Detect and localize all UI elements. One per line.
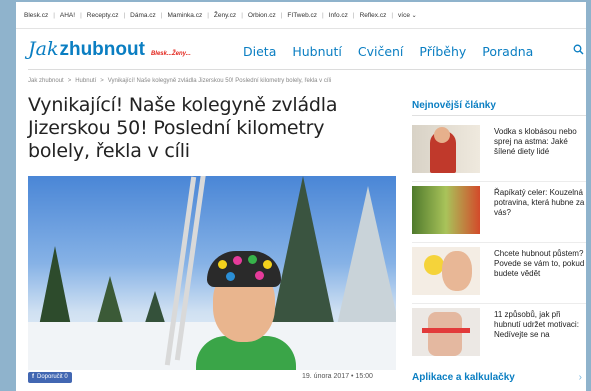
portal-link-reflex[interactable]: Reflex.cz [360,12,387,19]
logo-tagline: Blesk...Ženy... [150,51,191,57]
separator: | [241,11,243,19]
portal-link-recepty[interactable]: Recepty.cz [87,12,119,19]
hat-dot [218,260,227,269]
portal-bar: Blesk.cz | AHA! | Recepty.cz | Dáma.cz | Mam… [16,2,586,29]
main-nav: Dieta Hubnutí Cvičení Příběhy Poradna [243,44,584,59]
article-thumbnail[interactable] [412,125,480,173]
sidebar-article[interactable]: Řapíkatý celer: Kouzelná potravina, kter… [412,186,586,241]
nav-poradna[interactable]: Poradna [482,44,533,59]
separator: | [53,11,55,19]
breadcrumb-separator: > [67,78,72,84]
nav-hubnuti[interactable]: Hubnutí [292,44,341,59]
separator: | [207,11,209,19]
hat-dot [263,260,272,269]
portal-link-info[interactable]: Info.cz [329,12,348,19]
portal-link-dama[interactable]: Dáma.cz [130,12,156,19]
portal-link-aha[interactable]: AHA! [60,12,75,19]
portal-link-zeny[interactable]: Ženy.cz [214,12,236,19]
facebook-icon: f [32,374,34,380]
hat-dot [226,272,235,281]
portal-link-more[interactable]: více [398,12,417,19]
sidebar-article-title[interactable]: 11 způsobů, jak při hubnutí udržet motiv… [494,310,586,340]
logo-zhubnout: zhubnout [59,39,145,60]
sidebar-article-title[interactable]: Chcete hubnout půstem? Povede se vám to,… [494,249,586,279]
portal-link-fitweb[interactable]: FITweb.cz [287,12,317,19]
hat [207,251,281,287]
sidebar-separator [412,181,586,182]
separator: | [322,11,324,19]
chevron-right-icon: › [578,372,582,383]
article-thumbnail[interactable] [412,186,480,234]
nav-pribehy[interactable]: Příběhy [419,44,466,59]
hat-dot [233,256,242,265]
site-header: Jak zhubnout Blesk...Ženy... Dieta Hubnu… [16,32,586,68]
article-thumbnail[interactable] [412,247,480,295]
site-logo[interactable]: Jak zhubnout Blesk...Ženy... [28,38,191,61]
nav-dieta[interactable]: Dieta [243,44,276,59]
thumbnail-lemon [424,255,444,275]
nav-cviceni[interactable]: Cvičení [358,44,404,59]
separator: | [352,11,355,19]
breadcrumb: Jak zhubnout > Hubnutí > Vynikající! Naše ko… [28,78,331,84]
search-icon[interactable] [573,44,584,58]
separator: | [391,11,394,19]
hat-dot [248,255,257,264]
sidebar-article[interactable]: Chcete hubnout půstem? Povede se vám to,… [412,247,586,302]
thumbnail-head [434,127,450,143]
sidebar-article[interactable]: Vodka s klobásou nebo sprej na astma: Ja… [412,125,586,180]
portal-link-maminka[interactable]: Maminka.cz [168,12,203,19]
sidebar-divider [412,115,586,116]
portal-link-blesk[interactable]: Blesk.cz [24,12,48,19]
sidebar-article[interactable]: 11 způsobů, jak při hubnutí udržet motiv… [412,308,586,363]
apps-calculators-link[interactable]: Aplikace a kalkulačky › [412,372,582,383]
hat-dot [255,271,264,280]
header-divider [28,69,586,70]
thumbnail-face [442,251,472,291]
separator: | [123,11,126,19]
article-title: Vynikající! Naše kolegyně zvládla Jizers… [28,94,338,162]
apps-calculators-label: Aplikace a kalkulačky [412,372,515,383]
separator: | [280,11,283,19]
sidebar-separator [412,242,586,243]
breadcrumb-hubnuti[interactable]: Hubnutí [75,78,96,84]
article-hero-image[interactable] [28,176,396,370]
breadcrumb-home[interactable]: Jak zhubnout [28,78,64,84]
recommend-label: Doporučit 0 [37,374,68,380]
portal-link-orbion[interactable]: Orbion.cz [248,12,276,19]
logo-jak: Jak [28,38,59,60]
article-date: 19. února 2017 • 15:00 [302,373,373,380]
breadcrumb-separator: > [100,78,104,84]
breadcrumb-current: Vynikající! Naše kolegyně zvládla Jizers… [107,78,332,84]
sidebar-separator [412,303,586,304]
sidebar-article-title[interactable]: Řapíkatý celer: Kouzelná potravina, kter… [494,188,586,218]
separator: | [80,11,82,19]
thumbnail-body [428,312,462,356]
facebook-recommend-button[interactable]: f Doporučit 0 [28,372,72,383]
separator: | [160,11,163,19]
article-thumbnail[interactable] [412,308,480,356]
sidebar-article-title[interactable]: Vodka s klobásou nebo sprej na astma: Ja… [494,127,586,157]
page: Blesk.cz | AHA! | Recepty.cz | Dáma.cz | Mam… [16,2,586,391]
sidebar-title: Nejnovější články [412,100,496,111]
thumbnail-tape [422,328,470,333]
